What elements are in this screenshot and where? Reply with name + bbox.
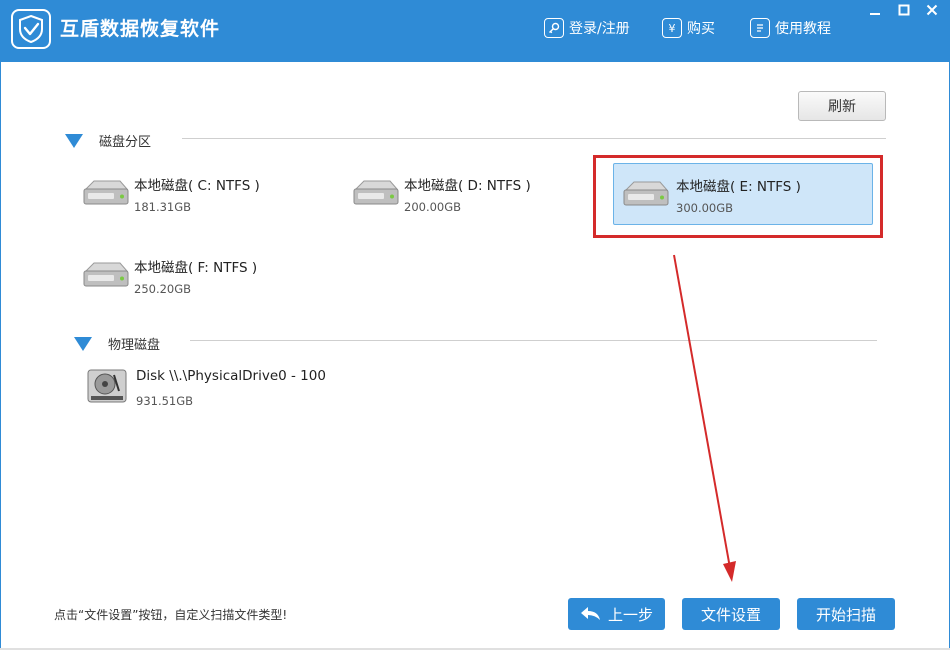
disk-item-c[interactable]: 本地磁盘( C: NTFS ) 181.31GB bbox=[80, 163, 340, 225]
disk-size: 200.00GB bbox=[404, 200, 462, 214]
yen-icon: ¥ bbox=[662, 18, 682, 38]
section-partitions-header[interactable]: 磁盘分区 bbox=[65, 131, 151, 150]
back-button[interactable]: 上一步 bbox=[568, 598, 665, 630]
section-partitions-label: 磁盘分区 bbox=[99, 135, 152, 150]
maximize-icon bbox=[898, 4, 910, 16]
disk-size: 181.31GB bbox=[134, 200, 192, 214]
purchase-link[interactable]: ¥ 购买 bbox=[662, 16, 715, 40]
login-register-link[interactable]: 登录/注册 bbox=[544, 16, 630, 40]
app-title: 互盾数据恢复软件 bbox=[60, 18, 221, 40]
disk-item-f[interactable]: 本地磁盘( F: NTFS ) 250.20GB bbox=[80, 245, 340, 307]
tutorial-link[interactable]: 使用教程 bbox=[750, 16, 831, 40]
physical-disk-item[interactable]: Disk \\.\PhysicalDrive0 - 100 931.51GB bbox=[82, 357, 382, 419]
title-bar: 互盾数据恢复软件 登录/注册 ¥ 购买 使用教程 bbox=[0, 0, 950, 62]
collapse-triangle-icon[interactable] bbox=[65, 133, 83, 148]
hard-drive-icon bbox=[83, 180, 129, 205]
purchase-label: 购买 bbox=[687, 21, 715, 37]
disk-name: 本地磁盘( C: NTFS ) bbox=[134, 178, 260, 194]
tutorial-label: 使用教程 bbox=[775, 21, 831, 37]
annotation-arrow bbox=[673, 254, 736, 582]
maximize-button[interactable] bbox=[893, 0, 915, 20]
disk-item-d[interactable]: 本地磁盘( D: NTFS ) 200.00GB bbox=[350, 163, 610, 225]
annotation-highlight-box bbox=[593, 155, 883, 238]
section-divider bbox=[190, 340, 877, 341]
close-button[interactable] bbox=[921, 0, 943, 20]
minimize-button[interactable] bbox=[864, 0, 886, 20]
section-physical-label: 物理磁盘 bbox=[108, 338, 161, 353]
hard-drive-icon bbox=[83, 262, 129, 287]
file-settings-button[interactable]: 文件设置 bbox=[682, 598, 780, 630]
login-register-label: 登录/注册 bbox=[569, 21, 630, 37]
back-arrow-icon bbox=[580, 607, 600, 620]
document-icon bbox=[750, 18, 770, 38]
minimize-icon bbox=[870, 13, 880, 15]
disk-size: 250.20GB bbox=[134, 282, 192, 296]
refresh-button[interactable]: 刷新 bbox=[798, 91, 886, 121]
close-icon bbox=[926, 4, 938, 16]
physical-disk-size: 931.51GB bbox=[136, 394, 194, 408]
collapse-triangle-icon[interactable] bbox=[74, 336, 92, 351]
key-icon bbox=[544, 18, 564, 38]
hint-text: 点击“文件设置”按钮，自定义扫描文件类型! bbox=[54, 608, 288, 622]
disk-name: 本地磁盘( F: NTFS ) bbox=[134, 260, 258, 276]
physical-disk-icon bbox=[87, 369, 127, 403]
disk-name: 本地磁盘( D: NTFS ) bbox=[404, 178, 531, 194]
physical-disk-name: Disk \\.\PhysicalDrive0 - 100 bbox=[136, 368, 326, 384]
hard-drive-icon bbox=[353, 180, 399, 205]
start-scan-button[interactable]: 开始扫描 bbox=[797, 598, 895, 630]
app-logo-icon bbox=[11, 9, 51, 49]
window-border-left bbox=[0, 62, 1, 650]
back-button-label: 上一步 bbox=[607, 605, 653, 624]
section-physical-header[interactable]: 物理磁盘 bbox=[74, 334, 160, 353]
section-divider bbox=[182, 138, 886, 139]
